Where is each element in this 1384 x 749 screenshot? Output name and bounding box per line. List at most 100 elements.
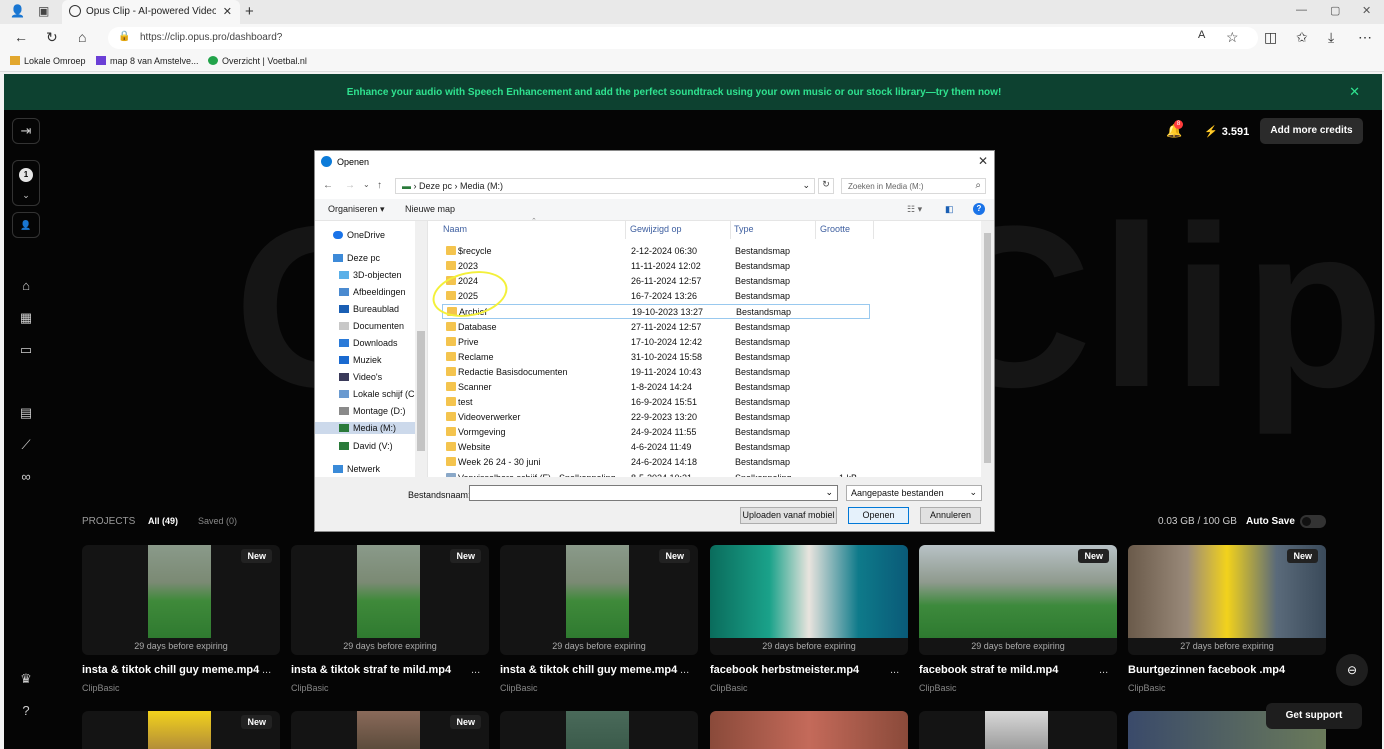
- dialog-close-icon[interactable]: ✕: [978, 154, 988, 168]
- file-row[interactable]: Archief 19-10-2023 13:27 Bestandsmap: [442, 304, 870, 320]
- tree-item-deze-pc[interactable]: Deze pc: [333, 253, 380, 263]
- add-credits-button[interactable]: Add more credits: [1260, 118, 1363, 144]
- column-divider[interactable]: [730, 221, 731, 239]
- project-title[interactable]: insta & tiktok chill guy meme.mp4: [500, 664, 677, 676]
- tree-item-downloads[interactable]: Downloads: [339, 338, 398, 348]
- project-card[interactable]: New 29 days before expiring: [919, 545, 1117, 655]
- organize-button[interactable]: Organiseren ▾: [328, 204, 385, 215]
- apps-icon[interactable]: ▦: [17, 309, 35, 327]
- help-icon[interactable]: ?: [973, 203, 985, 215]
- project-title[interactable]: facebook straf te mild.mp4: [919, 664, 1058, 676]
- favorite-star-icon[interactable]: ☆: [1226, 29, 1239, 46]
- project-title[interactable]: facebook herbstmeister.mp4: [710, 664, 859, 676]
- file-row[interactable]: Videoverwerker 22-9-2023 13:20 Bestandsmap: [442, 410, 870, 425]
- project-title[interactable]: Buurtgezinnen facebook .mp4: [1128, 664, 1285, 676]
- project-card[interactable]: New 27 days before expiring: [1128, 545, 1326, 655]
- new-tab-icon[interactable]: +: [245, 3, 254, 20]
- more-menu-icon[interactable]: ⋯: [1358, 29, 1372, 46]
- bookmark-item[interactable]: map 8 van Amstelve...: [96, 56, 199, 66]
- help-icon[interactable]: ?: [17, 702, 35, 720]
- tree-item-david[interactable]: David (V:): [339, 441, 393, 451]
- tree-item-montage[interactable]: Montage (D:): [339, 406, 406, 416]
- file-row[interactable]: Reclame 31-10-2024 15:58 Bestandsmap: [442, 350, 870, 365]
- tree-item-3d-objecten[interactable]: 3D-objecten: [339, 270, 402, 280]
- tab-opus-clip[interactable]: Opus Clip - AI-powered Video Re... ✕: [62, 0, 240, 24]
- home-icon[interactable]: ⌂: [78, 29, 86, 45]
- file-row[interactable]: 2023 11-11-2024 12:02 Bestandsmap: [442, 259, 870, 274]
- file-type-select[interactable]: Aangepaste bestanden ⌄: [846, 485, 982, 501]
- open-button[interactable]: Openen: [848, 507, 909, 524]
- up-icon[interactable]: ↑: [377, 180, 382, 191]
- project-card[interactable]: [919, 711, 1117, 749]
- crown-icon[interactable]: ♛: [17, 670, 35, 688]
- analytics-icon[interactable]: ⟋: [17, 436, 35, 454]
- file-row[interactable]: $recycle 2-12-2024 06:30 Bestandsmap: [442, 244, 870, 259]
- recent-dropdown-icon[interactable]: ⌄: [363, 180, 370, 189]
- banner-close-icon[interactable]: ✕: [1349, 84, 1360, 100]
- file-row[interactable]: Redactie Basisdocumenten 19-11-2024 10:43…: [442, 365, 870, 380]
- preview-pane-icon[interactable]: ◧: [945, 204, 954, 215]
- home-icon[interactable]: ⌂: [17, 277, 35, 295]
- column-header-name[interactable]: Naam: [443, 224, 467, 234]
- forward-icon[interactable]: →: [345, 180, 355, 191]
- column-divider[interactable]: [815, 221, 816, 239]
- bookmark-item[interactable]: Lokale Omroep: [10, 56, 86, 66]
- chevron-down-icon[interactable]: ⌄: [802, 180, 810, 191]
- bookmark-item[interactable]: Overzicht | Voetbal.nl: [208, 56, 307, 66]
- tree-item-documenten[interactable]: Documenten: [339, 321, 404, 331]
- upload-from-mobile-button[interactable]: Uploaden vanaf mobiel: [740, 507, 837, 524]
- refresh-icon[interactable]: ↻: [818, 178, 834, 194]
- autosave-toggle[interactable]: [1300, 515, 1326, 528]
- more-options-icon[interactable]: ...: [471, 664, 480, 676]
- read-aloud-icon[interactable]: A: [1198, 29, 1205, 41]
- tree-item-onedrive[interactable]: OneDrive: [333, 230, 385, 240]
- tab-saved[interactable]: Saved (0): [198, 516, 237, 526]
- new-folder-button[interactable]: Nieuwe map: [405, 204, 455, 214]
- tree-item-videos[interactable]: Video's: [339, 372, 382, 382]
- back-icon[interactable]: ←: [323, 180, 333, 191]
- window-close-icon[interactable]: ✕: [1362, 4, 1371, 17]
- tree-item-muziek[interactable]: Muziek: [339, 355, 382, 365]
- file-row[interactable]: Vormgeving 24-9-2024 11:55 Bestandsmap: [442, 425, 870, 440]
- column-divider[interactable]: [873, 221, 874, 239]
- cancel-button[interactable]: Annuleren: [920, 507, 981, 524]
- column-divider[interactable]: [625, 221, 626, 239]
- more-options-icon[interactable]: ...: [1099, 664, 1108, 676]
- tree-item-lokale-schijf[interactable]: Lokale schijf (C:): [339, 389, 420, 399]
- project-title[interactable]: insta & tiktok chill guy meme.mp4: [82, 664, 259, 676]
- file-row[interactable]: Scanner 1-8-2024 14:24 Bestandsmap: [442, 380, 870, 395]
- tab-actions-icon[interactable]: ▣: [38, 4, 49, 18]
- more-options-icon[interactable]: ...: [680, 664, 689, 676]
- project-card[interactable]: [710, 711, 908, 749]
- tree-item-bureaublad[interactable]: Bureaublad: [339, 304, 399, 314]
- file-list-scrollbar-thumb[interactable]: [984, 233, 991, 463]
- filename-input[interactable]: ⌄: [469, 485, 838, 501]
- more-options-icon[interactable]: ...: [890, 664, 899, 676]
- tree-scrollbar-thumb[interactable]: [417, 331, 425, 451]
- file-row[interactable]: Website 4-6-2024 11:49 Bestandsmap: [442, 440, 870, 455]
- column-header-date[interactable]: Gewijzigd op: [630, 224, 682, 234]
- project-card[interactable]: New: [291, 711, 489, 749]
- restore-icon[interactable]: ▢: [1330, 4, 1340, 17]
- project-card[interactable]: [500, 711, 698, 749]
- project-title[interactable]: insta & tiktok straf te mild.mp4: [291, 664, 451, 676]
- project-card[interactable]: New 29 days before expiring: [500, 545, 698, 655]
- breadcrumb-media[interactable]: Media (M:): [460, 181, 503, 191]
- project-card[interactable]: 29 days before expiring: [710, 545, 908, 655]
- project-card[interactable]: New 29 days before expiring: [82, 545, 280, 655]
- file-row[interactable]: test 16-9-2024 15:51 Bestandsmap: [442, 395, 870, 410]
- url-input[interactable]: 🔒 https://clip.opus.pro/dashboard?: [108, 27, 1258, 49]
- calendar-icon[interactable]: ▤: [17, 404, 35, 422]
- tab-all[interactable]: All (49): [148, 516, 178, 526]
- project-card[interactable]: New: [82, 711, 280, 749]
- back-icon[interactable]: ←: [14, 29, 28, 45]
- close-tab-icon[interactable]: ✕: [223, 5, 232, 18]
- favorites-icon[interactable]: ✩: [1296, 29, 1308, 46]
- view-options-icon[interactable]: ☷ ▾: [907, 204, 922, 215]
- file-row[interactable]: Database 27-11-2024 12:57 Bestandsmap: [442, 320, 870, 335]
- tree-item-media[interactable]: Media (M:): [315, 422, 415, 434]
- link-icon[interactable]: ∞: [17, 468, 35, 486]
- file-row[interactable]: Prive 17-10-2024 12:42 Bestandsmap: [442, 335, 870, 350]
- downloads-icon[interactable]: ⤓: [1328, 29, 1334, 46]
- chevron-down-icon[interactable]: ⌄: [825, 487, 833, 498]
